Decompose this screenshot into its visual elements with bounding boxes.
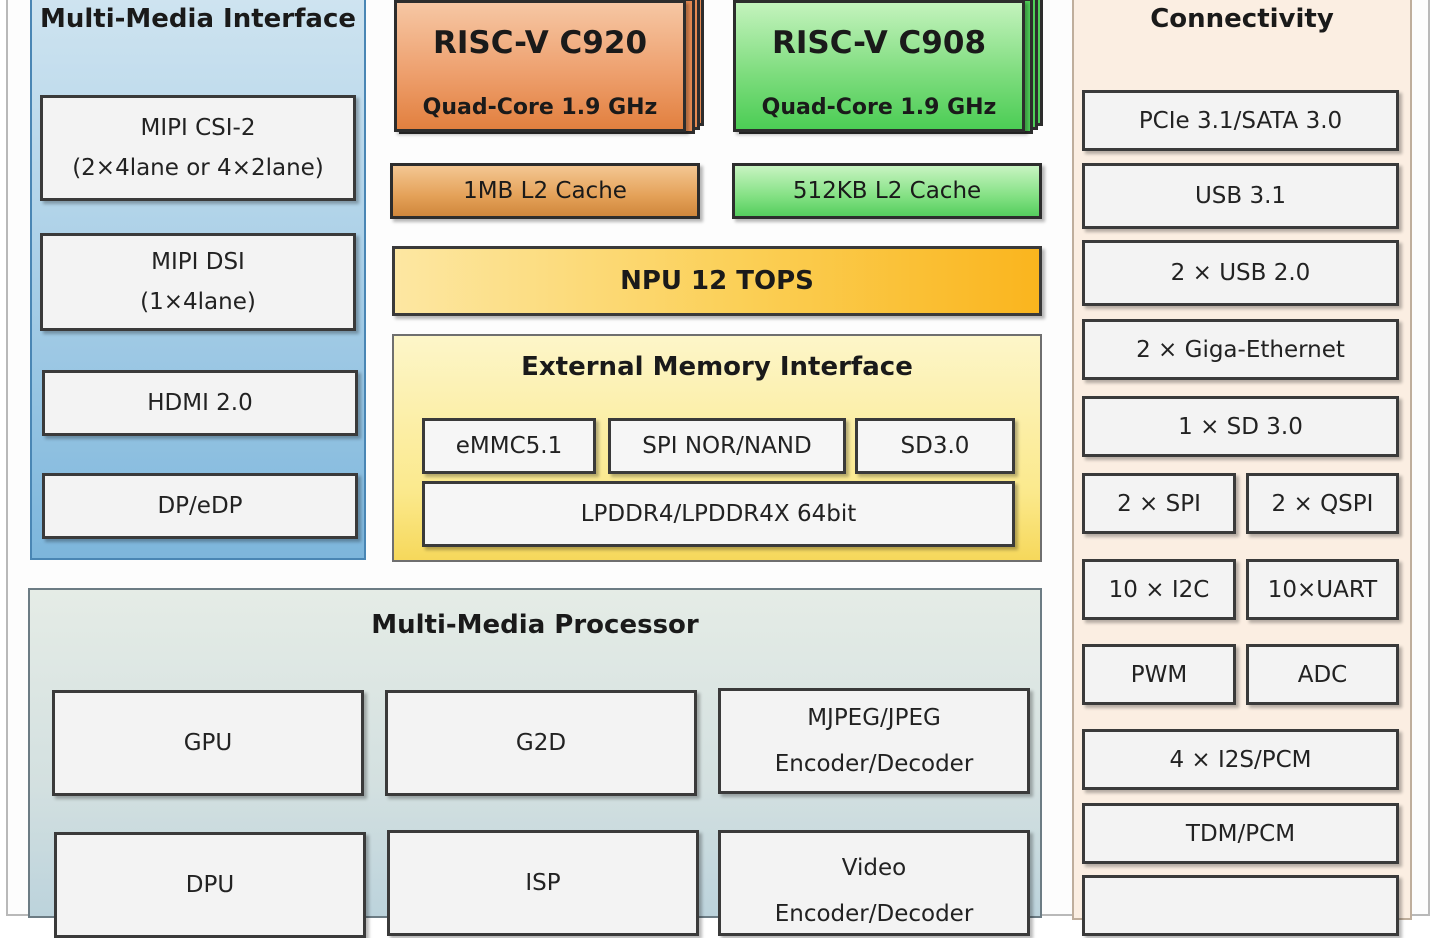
usb20-block: 2 × USB 2.0: [1082, 240, 1399, 306]
video-codec-block: Video Encoder/Decoder: [718, 830, 1030, 936]
adc-block: ADC: [1246, 644, 1399, 705]
pcie-sata-block: PCIe 3.1/SATA 3.0: [1082, 90, 1399, 151]
c908-frequency: Quad-Core 1.9 GHz: [761, 95, 997, 120]
c920-cluster: RISC-V C920 Quad-Core 1.9 GHz: [394, 0, 704, 142]
pwm-block: PWM: [1082, 644, 1236, 705]
lpddr-block: LPDDR4/LPDDR4X 64bit: [422, 481, 1015, 547]
mipi-dsi-block: MIPI DSI (1×4lane): [40, 233, 356, 331]
mipi-csi-block: MIPI CSI-2 (2×4lane or 4×2lane): [40, 95, 356, 201]
usb31-block: USB 3.1: [1082, 163, 1399, 229]
gpu-block: GPU: [52, 690, 364, 796]
sd30-block: 1 × SD 3.0: [1082, 396, 1399, 457]
c920-frequency: Quad-Core 1.9 GHz: [422, 95, 658, 120]
emmc-block: eMMC5.1: [422, 418, 596, 474]
dp-edp-block: DP/eDP: [42, 473, 358, 539]
isp-block: ISP: [387, 830, 699, 936]
i2c-block: 10 × I2C: [1082, 559, 1236, 620]
c908-name: RISC-V C908: [771, 25, 987, 61]
c920-l2-cache: 1MB L2 Cache: [390, 163, 700, 219]
npu-block: NPU 12 TOPS: [392, 246, 1042, 316]
external-memory-title: External Memory Interface: [521, 352, 913, 382]
qspi-block: 2 × QSPI: [1246, 473, 1399, 534]
mjpeg-label: MJPEG/JPEG: [807, 705, 941, 731]
mipi-csi-label: MIPI CSI-2: [140, 115, 256, 141]
c920-core: RISC-V C920 Quad-Core 1.9 GHz: [394, 0, 686, 132]
spi-nor-nand-block: SPI NOR/NAND: [608, 418, 846, 474]
mipi-csi-lanes: (2×4lane or 4×2lane): [72, 155, 324, 181]
connectivity-title: Connectivity: [1150, 4, 1334, 34]
video-sub-label: Encoder/Decoder: [774, 901, 974, 927]
sd30-memory-block: SD3.0: [855, 418, 1015, 474]
g2d-block: G2D: [385, 690, 697, 796]
mipi-dsi-lanes: (1×4lane): [140, 289, 256, 315]
tdm-pcm-block: TDM/PCM: [1082, 803, 1399, 864]
multimedia-processor-title: Multi-Media Processor: [371, 610, 699, 640]
c920-name: RISC-V C920: [432, 25, 648, 61]
giga-ethernet-block: 2 × Giga-Ethernet: [1082, 319, 1399, 380]
c908-cluster: RISC-V C908 Quad-Core 1.9 GHz: [733, 0, 1043, 142]
spi-block: 2 × SPI: [1082, 473, 1236, 534]
dpu-block: DPU: [54, 832, 366, 938]
c908-core: RISC-V C908 Quad-Core 1.9 GHz: [733, 0, 1025, 132]
mipi-dsi-label: MIPI DSI: [151, 249, 245, 275]
c908-l2-cache: 512KB L2 Cache: [732, 163, 1042, 219]
mjpeg-block: MJPEG/JPEG Encoder/Decoder: [718, 688, 1030, 794]
multimedia-interface-title: Multi-Media Interface: [39, 4, 357, 34]
i2s-pcm-block: 4 × I2S/PCM: [1082, 729, 1399, 790]
hdmi-block: HDMI 2.0: [42, 370, 358, 436]
connectivity-cutoff-block: [1082, 875, 1399, 936]
video-label: Video: [841, 855, 907, 881]
uart-block: 10×UART: [1246, 559, 1399, 620]
mjpeg-sub-label: Encoder/Decoder: [774, 751, 974, 777]
